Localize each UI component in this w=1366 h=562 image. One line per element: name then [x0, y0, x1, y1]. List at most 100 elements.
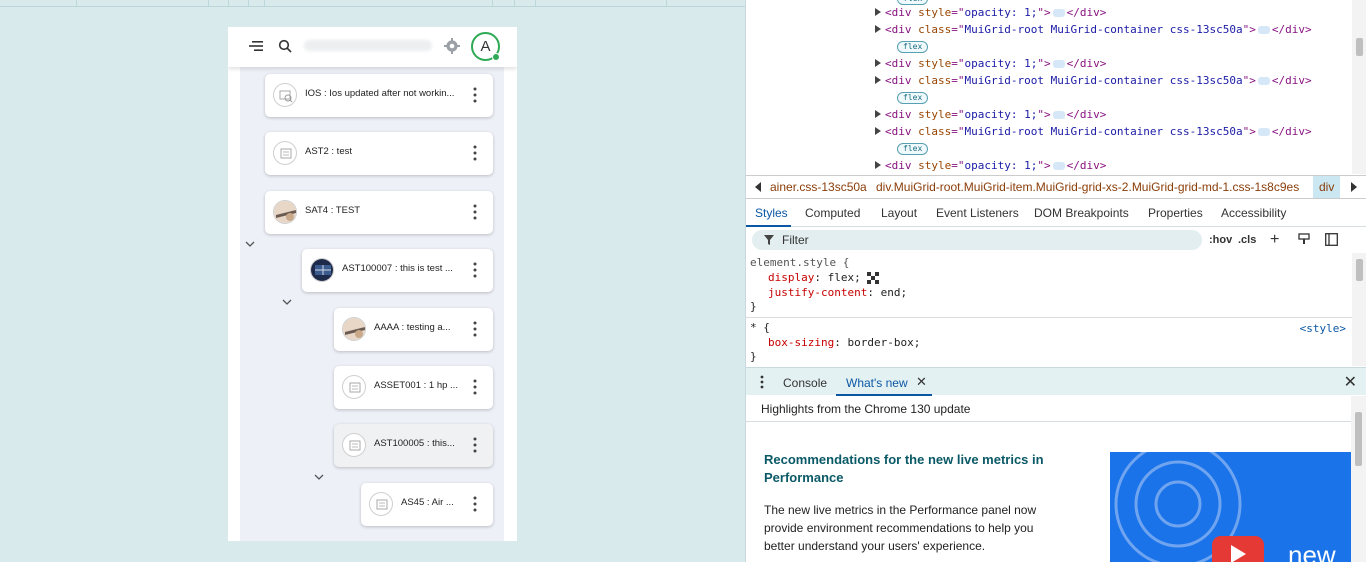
filter-input[interactable]: Filter — [752, 230, 1202, 250]
toggle-sidebar-icon[interactable] — [1325, 233, 1338, 246]
whats-new-card-title[interactable]: Recommendations for the new live metrics… — [764, 451, 1084, 487]
search-icon[interactable] — [278, 39, 292, 53]
dom-node-line[interactable]: <div class="MuiGrid-root MuiGrid-contain… — [875, 23, 1312, 38]
tree-node[interactable]: AAAA : testing a... — [334, 308, 493, 351]
filter-icon — [764, 235, 774, 245]
breadcrumb: ainer.css-13sc50a div.MuiGrid-root.MuiGr… — [746, 175, 1366, 199]
drawer-tab-whats-new[interactable]: What's new — [846, 376, 908, 390]
close-drawer-icon[interactable]: ✕ — [1344, 372, 1357, 392]
gear-icon[interactable] — [444, 38, 460, 54]
style-declaration[interactable]: box-sizing: border-box; — [768, 336, 920, 349]
more-options-icon[interactable] — [473, 145, 477, 161]
close-tab-icon[interactable]: ✕ — [916, 374, 927, 390]
tree-node[interactable]: SAT4 : TEST — [265, 191, 493, 234]
flex-badge[interactable]: flex — [897, 92, 929, 104]
style-declaration[interactable]: display: flex; — [768, 271, 879, 284]
expand-triangle-icon[interactable] — [875, 25, 881, 33]
tab-computed[interactable]: Computed — [805, 206, 860, 220]
tab-dom-breakpoints[interactable]: DOM Breakpoints — [1034, 206, 1129, 220]
tab-event-listeners[interactable]: Event Listeners — [936, 206, 1019, 220]
dom-node-line[interactable]: <div style="opacity: 1;"> </div> — [875, 108, 1106, 123]
expand-triangle-icon[interactable] — [875, 127, 881, 135]
expand-triangle-icon[interactable] — [875, 8, 881, 16]
node-label: AST100005 : this... — [374, 438, 455, 449]
document-placeholder-icon — [349, 382, 361, 393]
menu-icon[interactable] — [249, 40, 263, 52]
ellipsis-icon[interactable] — [1052, 162, 1065, 170]
tab-layout[interactable]: Layout — [881, 206, 917, 220]
drawer-menu-icon[interactable] — [760, 375, 764, 389]
tree-node[interactable]: AS45 : Air ... — [361, 483, 493, 526]
expand-triangle-icon[interactable] — [875, 76, 881, 84]
more-options-icon[interactable] — [473, 321, 477, 337]
dom-node-line[interactable]: <div style="opacity: 1;"> </div> — [875, 159, 1106, 174]
dom-node-line[interactable]: <div style="opacity: 1;"> </div> — [875, 57, 1106, 72]
tree-node-selected[interactable]: AST100005 : this... — [334, 424, 493, 467]
expand-triangle-icon[interactable] — [875, 110, 881, 118]
styles-tabs: Styles Computed Layout Event Listeners D… — [746, 200, 1366, 227]
more-options-icon[interactable] — [473, 379, 477, 395]
more-options-icon[interactable] — [473, 262, 477, 278]
breadcrumb-item-selected[interactable]: div — [1313, 176, 1341, 198]
flex-badge[interactable]: flex — [897, 143, 929, 155]
ellipsis-icon[interactable] — [1257, 26, 1270, 34]
node-label: AS45 : Air ... — [401, 497, 454, 508]
video-thumbnail[interactable]: new — [1110, 452, 1352, 562]
elements-scrollbar[interactable] — [1352, 0, 1366, 174]
photo-thumbnail — [311, 259, 333, 281]
whats-new-card-text: The new live metrics in the Performance … — [764, 503, 1037, 553]
chevron-right-icon[interactable] — [1351, 182, 1357, 192]
hover-state-toggle[interactable]: :hov — [1209, 234, 1232, 246]
expand-triangle-icon[interactable] — [875, 59, 881, 67]
flex-badge[interactable]: flex — [897, 0, 929, 5]
filter-placeholder: Filter — [782, 233, 809, 247]
breadcrumb-item[interactable]: ainer.css-13sc50a — [770, 180, 867, 194]
rule-selector[interactable]: * { — [750, 321, 770, 334]
class-toggle[interactable]: .cls — [1238, 234, 1256, 246]
node-thumbnail — [273, 200, 297, 224]
node-label: ASSET001 : 1 hp ... — [374, 380, 458, 391]
tree-node[interactable]: ASSET001 : 1 hp ... — [334, 366, 493, 409]
ellipsis-icon[interactable] — [1257, 77, 1270, 85]
whats-new-scrollbar[interactable] — [1351, 396, 1366, 562]
chevron-down-icon[interactable] — [282, 298, 292, 306]
flex-badge[interactable]: flex — [897, 41, 929, 53]
node-thumbnail — [310, 258, 334, 282]
chevron-down-icon[interactable] — [245, 240, 255, 248]
styles-filter-row: Filter :hov .cls + — [746, 228, 1366, 253]
style-declaration[interactable]: justify-content: end; — [768, 286, 907, 299]
more-options-icon[interactable] — [473, 204, 477, 220]
chevron-down-icon[interactable] — [314, 473, 324, 481]
thumbnail-caption: new — [1288, 540, 1336, 562]
paint-brush-icon[interactable] — [1298, 233, 1310, 245]
flexbox-editor-icon[interactable] — [866, 272, 879, 284]
ellipsis-icon[interactable] — [1052, 9, 1065, 17]
dom-node-line[interactable]: <div class="MuiGrid-root MuiGrid-contain… — [875, 74, 1312, 89]
chevron-left-icon[interactable] — [755, 182, 761, 192]
ellipsis-icon[interactable] — [1052, 111, 1065, 119]
whats-new-content: Recommendations for the new live metrics… — [746, 423, 1352, 562]
tab-properties[interactable]: Properties — [1148, 206, 1203, 220]
dom-node-line[interactable]: <div class="MuiGrid-root MuiGrid-contain… — [875, 125, 1312, 140]
photo-thumbnail — [343, 318, 365, 340]
tree-node[interactable]: IOS : Ios updated after not workin... — [265, 74, 493, 117]
rule-close: } — [750, 350, 757, 363]
tab-styles[interactable]: Styles — [755, 206, 788, 220]
breadcrumb-item[interactable]: div.MuiGrid-root.MuiGrid-item.MuiGrid-gr… — [876, 180, 1299, 194]
tab-accessibility[interactable]: Accessibility — [1221, 206, 1286, 220]
drawer-tab-console[interactable]: Console — [783, 376, 827, 390]
tree-node[interactable]: AST100007 : this is test ... — [302, 249, 493, 292]
ellipsis-icon[interactable] — [1052, 60, 1065, 68]
rule-selector[interactable]: element.style { — [750, 256, 849, 269]
styles-scrollbar[interactable] — [1352, 253, 1366, 366]
style-source-link[interactable]: <style> — [1300, 322, 1346, 335]
node-thumbnail — [369, 492, 393, 516]
more-options-icon[interactable] — [473, 87, 477, 103]
new-style-rule-icon[interactable]: + — [1270, 231, 1279, 249]
dom-node-line[interactable]: <div style="opacity: 1;"> </div> — [875, 6, 1106, 21]
more-options-icon[interactable] — [473, 496, 477, 512]
ellipsis-icon[interactable] — [1257, 128, 1270, 136]
more-options-icon[interactable] — [473, 437, 477, 453]
expand-triangle-icon[interactable] — [875, 161, 881, 169]
tree-node[interactable]: AST2 : test — [265, 132, 493, 175]
